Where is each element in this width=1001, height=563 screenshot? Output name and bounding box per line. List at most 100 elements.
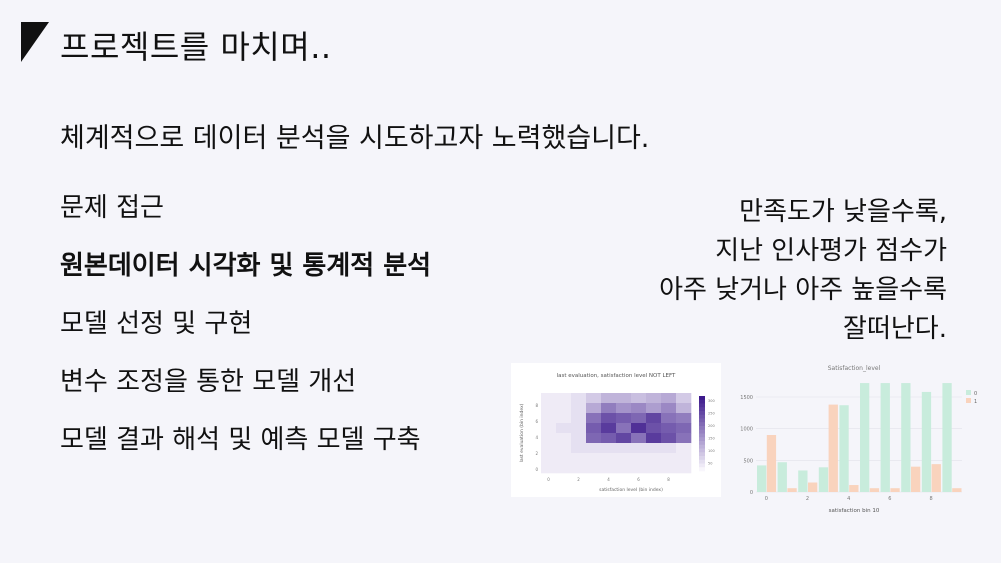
heatmap-cell — [631, 463, 647, 474]
heatmap-y-tick: 8 — [535, 403, 538, 408]
step-item: 모델 결과 해석 및 예측 모델 구축 — [60, 425, 421, 455]
heatmap-cell — [616, 443, 632, 454]
heatmap-cell — [586, 453, 602, 464]
bar-chart-svg: Satisfaction_level satisfaction bin 10 0… — [740, 365, 977, 514]
bar-mark — [869, 488, 880, 492]
colorbar-segment — [699, 463, 705, 468]
colorbar-segment — [699, 418, 705, 423]
finding-text: 만족도가 낮을수록, 지난 인사평가 점수가 아주 낮거나 아주 높을수록 잘떠… — [547, 193, 947, 349]
bar-y-tick: 0 — [750, 490, 753, 496]
heatmap-cell — [556, 413, 572, 424]
heatmap-y-tick: 4 — [535, 435, 538, 440]
heatmap-cell — [541, 433, 557, 444]
heatmap-cell — [541, 423, 557, 434]
colorbar-segment — [699, 441, 705, 446]
heatmap-cell — [541, 463, 557, 474]
finding-line: 아주 낮거나 아주 높을수록 — [659, 275, 947, 305]
heatmap-cell — [631, 433, 647, 444]
colorbar-segment — [699, 396, 705, 401]
heatmap-x-tick: 4 — [607, 477, 610, 482]
heatmap-x-axis-label: satisfaction level (bin index) — [599, 487, 663, 493]
heatmap-cell — [616, 413, 632, 424]
heatmap-cell — [676, 393, 692, 404]
bar-x-tick: 2 — [806, 496, 809, 502]
colorbar-segment — [699, 399, 705, 404]
heatmap-cell — [646, 413, 662, 424]
heatmap-x-tick: 6 — [637, 477, 640, 482]
heatmap-cell — [646, 463, 662, 474]
bar-mark — [839, 405, 849, 492]
heatmap-cell — [601, 433, 617, 444]
bar-x-tick: 6 — [888, 496, 891, 502]
heatmap-cell — [631, 453, 647, 464]
bar-y-tick: 500 — [743, 458, 753, 464]
heatmap-cell — [586, 463, 602, 474]
heatmap-y-tick: 2 — [535, 451, 538, 456]
heatmap-cell — [556, 463, 572, 474]
bar-mark — [942, 383, 952, 492]
heatmap-cell — [556, 453, 572, 464]
finding-line: 지난 인사평가 점수가 — [715, 236, 947, 266]
page-title: 프로젝트를 마치며.. — [60, 28, 332, 66]
heatmap-cell — [646, 443, 662, 454]
heatmap-cell — [571, 393, 587, 404]
heatmap-x-tick: 2 — [577, 477, 580, 482]
bar-mark — [911, 466, 921, 492]
colorbar-tick: 250 — [708, 412, 715, 416]
colorbar-segment — [699, 411, 705, 416]
colorbar-segment — [699, 403, 705, 408]
bar-mark — [880, 383, 890, 492]
heatmap-cell — [676, 463, 692, 474]
colorbar-segment — [699, 414, 705, 419]
heatmap-cell — [661, 443, 677, 454]
colorbar-segment — [699, 426, 705, 431]
bar-mark — [890, 488, 900, 492]
heatmap-y-tick: 0 — [535, 467, 538, 472]
heatmap-cell — [676, 453, 692, 464]
heatmap-cell — [586, 393, 602, 404]
heatmap-cell — [631, 413, 647, 424]
page-subtitle: 체계적으로 데이터 분석을 시도하고자 노력했습니다. — [60, 123, 650, 154]
heatmap-cell — [676, 413, 692, 424]
heatmap-cell — [661, 433, 677, 444]
colorbar-segment — [699, 444, 705, 449]
heatmap-cell — [661, 453, 677, 464]
bar-mark — [952, 488, 962, 492]
bar-x-tick: 0 — [765, 496, 768, 502]
heatmap-chart: last evaluation, satisfaction level NOT … — [511, 363, 721, 497]
legend-swatch — [966, 398, 971, 403]
colorbar-tick: 100 — [708, 449, 715, 453]
heatmap-cell — [616, 453, 632, 464]
heatmap-cell — [556, 443, 572, 454]
bar-x-tick: 4 — [847, 496, 850, 502]
heatmap-cell — [571, 463, 587, 474]
colorbar-tick: 200 — [708, 424, 715, 428]
bar-y-tick: 1000 — [740, 427, 753, 433]
colorbar-segment — [699, 429, 705, 434]
heatmap-cell — [661, 393, 677, 404]
bar-mark — [787, 488, 797, 492]
colorbar-tick: 300 — [708, 399, 715, 403]
colorbar-segment — [699, 448, 705, 453]
legend-label: 0 — [974, 391, 977, 397]
heatmap-cell — [661, 403, 677, 414]
heatmap-cell — [616, 393, 632, 404]
step-item: 문제 접근 — [60, 193, 164, 223]
legend-swatch — [966, 390, 971, 395]
legend-label: 1 — [974, 399, 977, 405]
heatmap-cell — [631, 443, 647, 454]
corner-triangle-icon — [21, 22, 49, 62]
heatmap-title: last evaluation, satisfaction level NOT … — [557, 373, 676, 379]
heatmap-cell — [541, 403, 557, 414]
heatmap-cell — [601, 413, 617, 424]
heatmap-cell — [571, 413, 587, 424]
bar-mark — [766, 435, 777, 492]
heatmap-cell — [631, 393, 647, 404]
heatmap-cell — [571, 433, 587, 444]
bar-chart-x-axis-label: satisfaction bin 10 — [829, 508, 880, 514]
heatmap-y-tick: 6 — [535, 419, 538, 424]
colorbar-segment — [699, 437, 705, 442]
heatmap-x-tick: 0 — [547, 477, 550, 482]
colorbar-tick: 150 — [708, 437, 715, 441]
heatmap-cell — [601, 443, 617, 454]
